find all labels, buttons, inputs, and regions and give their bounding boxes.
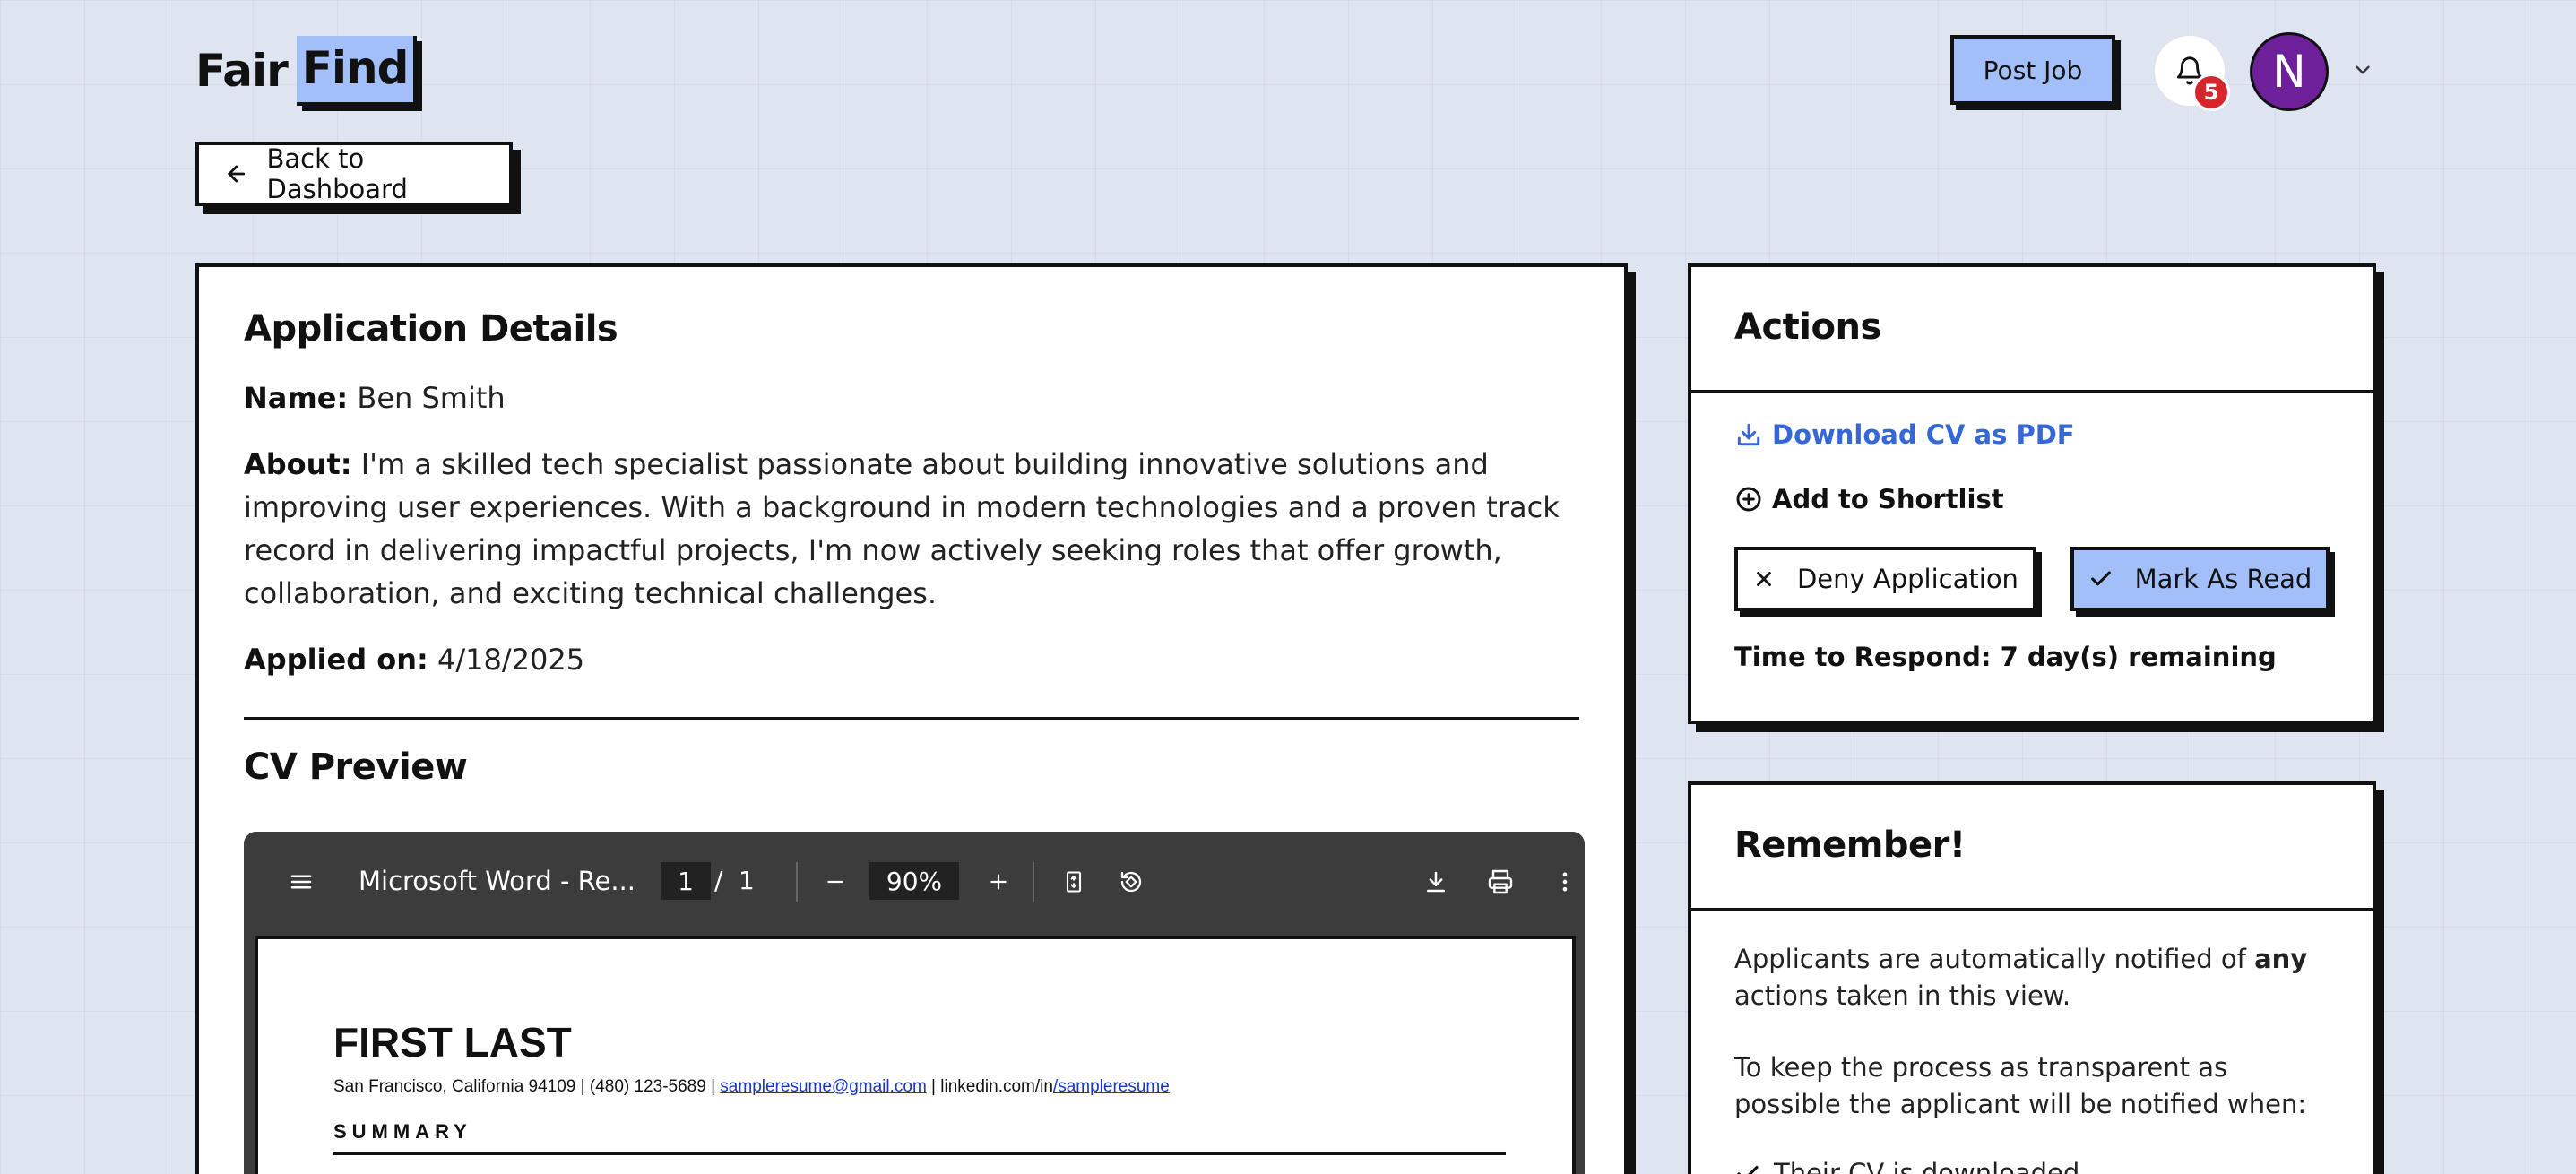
applicant-name: Name: Ben Smith [244, 376, 1579, 419]
remember-p1-bold: any [2254, 944, 2308, 974]
logo-text-fair: Fair [195, 45, 289, 97]
check-icon [1737, 1165, 1759, 1174]
download-icon[interactable] [1418, 864, 1454, 900]
chevron-down-icon[interactable] [2348, 56, 2377, 84]
download-icon [1737, 423, 1760, 446]
remember-paragraph-1: Applicants are automatically notified of… [1734, 941, 2330, 1014]
toolbar-separator [796, 862, 798, 902]
resume-section-heading: SUMMARY [333, 1120, 472, 1143]
divider [244, 717, 1579, 720]
applied-label: Applied on: [244, 643, 428, 677]
pdf-doc-title: Microsoft Word - Re... [359, 866, 635, 896]
remember-paragraph-2: To keep the process as transparent as po… [1734, 1052, 2307, 1119]
pdf-toolbar: Microsoft Word - Re... 1 / 1 90% [244, 832, 1585, 932]
about-value: I'm a skilled tech specialist passionate… [244, 447, 1560, 610]
applied-on: Applied on: 4/18/2025 [244, 638, 1579, 681]
total-pages: 1 [739, 866, 755, 895]
more-options-icon[interactable] [1547, 864, 1583, 900]
notification-count-badge: 5 [2192, 73, 2230, 111]
pdf-viewer[interactable]: Microsoft Word - Re... 1 / 1 90% FIRST L… [244, 832, 1585, 1174]
print-icon[interactable] [1482, 864, 1518, 900]
add-to-shortlist-button[interactable]: Add to Shortlist [1734, 484, 2330, 514]
applicant-about: About: I'm a skilled tech specialist pas… [244, 443, 1579, 615]
plus-circle-icon [1736, 487, 1761, 512]
check-icon [2090, 571, 2111, 586]
mark-as-read-button[interactable]: Mark As Read [2070, 547, 2330, 611]
list-item: Their CV is downloaded [1734, 1155, 2330, 1174]
back-to-dashboard-button[interactable]: Back to Dashboard [195, 142, 513, 206]
zoom-in-icon[interactable] [981, 864, 1016, 900]
back-button-label: Back to Dashboard [266, 143, 408, 204]
remember-list-item-1: Their CV is downloaded [1774, 1158, 2080, 1174]
name-value: Ben Smith [357, 381, 506, 415]
resume-contact-text: San Francisco, California 94109 | (480) … [333, 1077, 716, 1096]
remember-header: Remember! [1691, 785, 2373, 911]
resume-linkedin-link[interactable]: /sampleresume [1053, 1077, 1170, 1096]
actions-title: Actions [1734, 306, 1881, 348]
logo[interactable]: Fair Find [195, 36, 418, 106]
page-number-input[interactable]: 1 [661, 862, 711, 900]
resume-linkedin-prefix: | linkedin.com/in [931, 1077, 1053, 1096]
resume-contact: San Francisco, California 94109 | (480) … [333, 1077, 1497, 1097]
remember-p1-text: Applicants are automatically notified of [1734, 944, 2246, 974]
applied-value: 4/18/2025 [437, 643, 585, 677]
logo-text-find: Find [296, 36, 418, 106]
menu-icon[interactable] [283, 864, 319, 900]
time-to-respond: Time to Respond: 7 day(s) remaining [1734, 642, 2277, 672]
download-cv-label: Download CV as PDF [1772, 419, 2075, 450]
name-label: Name: [244, 381, 349, 415]
deny-application-button[interactable]: Deny Application [1734, 547, 2036, 611]
pdf-page: FIRST LAST San Francisco, California 941… [255, 936, 1576, 1174]
mark-as-read-label: Mark As Read [2134, 564, 2312, 594]
zoom-level-input[interactable]: 90% [869, 862, 959, 900]
remember-title: Remember! [1734, 824, 1966, 866]
cv-preview-title: CV Preview [244, 747, 468, 788]
remember-card: Remember! Applicants are automatically n… [1688, 781, 2376, 1174]
zoom-out-icon[interactable] [817, 864, 853, 900]
actions-header: Actions [1691, 267, 2373, 393]
about-label: About: [244, 447, 352, 481]
remember-p1-text-end: actions taken in this view. [1734, 980, 2071, 1011]
add-to-shortlist-label: Add to Shortlist [1772, 484, 2004, 514]
resume-email-link[interactable]: sampleresume@gmail.com [720, 1077, 926, 1096]
resume-rule [333, 1152, 1506, 1155]
close-icon [1757, 572, 1771, 586]
resume-name: FIRST LAST [333, 1019, 572, 1066]
application-details-card: Application Details Name: Ben Smith Abou… [195, 263, 1628, 1174]
toolbar-separator [1033, 862, 1034, 902]
deny-application-label: Deny Application [1796, 564, 2018, 594]
fit-page-icon[interactable] [1056, 864, 1092, 900]
actions-card: Actions Download CV as PDF Add to Shortl… [1688, 263, 2376, 724]
download-cv-link[interactable]: Download CV as PDF [1734, 419, 2330, 450]
page-separator: / [714, 866, 723, 895]
arrow-left-icon [228, 165, 246, 183]
application-details-title: Application Details [244, 308, 618, 350]
avatar[interactable]: N [2250, 32, 2329, 111]
rotate-icon[interactable] [1113, 864, 1149, 900]
post-job-button[interactable]: Post Job [1950, 35, 2115, 105]
